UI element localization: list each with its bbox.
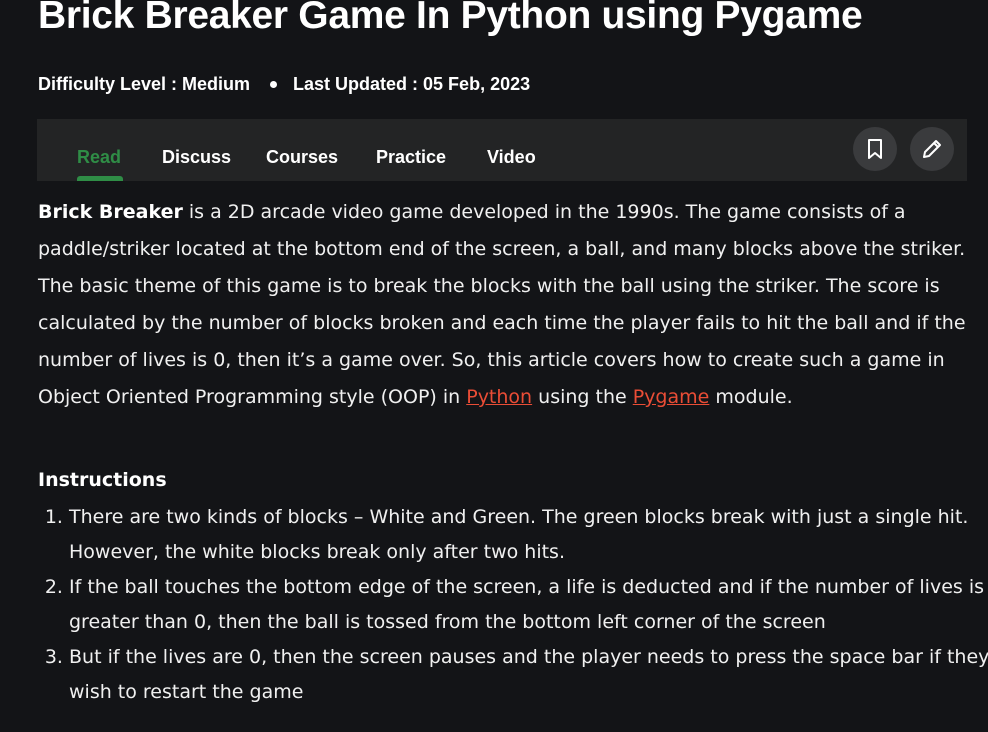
tab-discuss[interactable]: Discuss (162, 147, 231, 168)
intro-paragraph: Brick Breaker is a 2D arcade video game … (38, 194, 968, 416)
pygame-link[interactable]: Pygame (633, 386, 710, 408)
bookmark-button[interactable] (853, 127, 897, 171)
instructions-heading: Instructions (38, 469, 167, 491)
intro-text: is a 2D arcade video game developed in t… (38, 201, 966, 408)
edit-button[interactable] (910, 127, 954, 171)
intro-text-end: module. (709, 386, 793, 408)
python-link[interactable]: Python (466, 386, 532, 408)
intro-text-middle: using the (532, 386, 633, 408)
instructions-list: There are two kinds of blocks – White an… (38, 500, 988, 710)
bookmark-icon (868, 139, 882, 159)
separator-dot (270, 81, 278, 88)
article-tab-bar: Read Discuss Courses Practice Video (37, 119, 967, 181)
article-title: Brick Breaker Game In Python using Pygam… (38, 0, 863, 37)
intro-bold-term: Brick Breaker (38, 201, 183, 223)
article-body: Brick Breaker is a 2D arcade video game … (38, 194, 968, 416)
tab-video[interactable]: Video (487, 147, 536, 168)
tab-courses[interactable]: Courses (266, 147, 338, 168)
active-tab-indicator (77, 176, 123, 181)
tab-practice[interactable]: Practice (376, 147, 446, 168)
difficulty-level: Difficulty Level : Medium (38, 74, 251, 94)
article-meta: Difficulty Level : Medium Last Updated :… (38, 74, 530, 95)
last-updated: Last Updated : 05 Feb, 2023 (293, 74, 531, 94)
pencil-icon (923, 140, 941, 158)
list-item: If the ball touches the bottom edge of t… (69, 570, 988, 640)
list-item: But if the lives are 0, then the screen … (69, 640, 988, 710)
tab-read[interactable]: Read (77, 147, 121, 168)
list-item: There are two kinds of blocks – White an… (69, 500, 988, 570)
